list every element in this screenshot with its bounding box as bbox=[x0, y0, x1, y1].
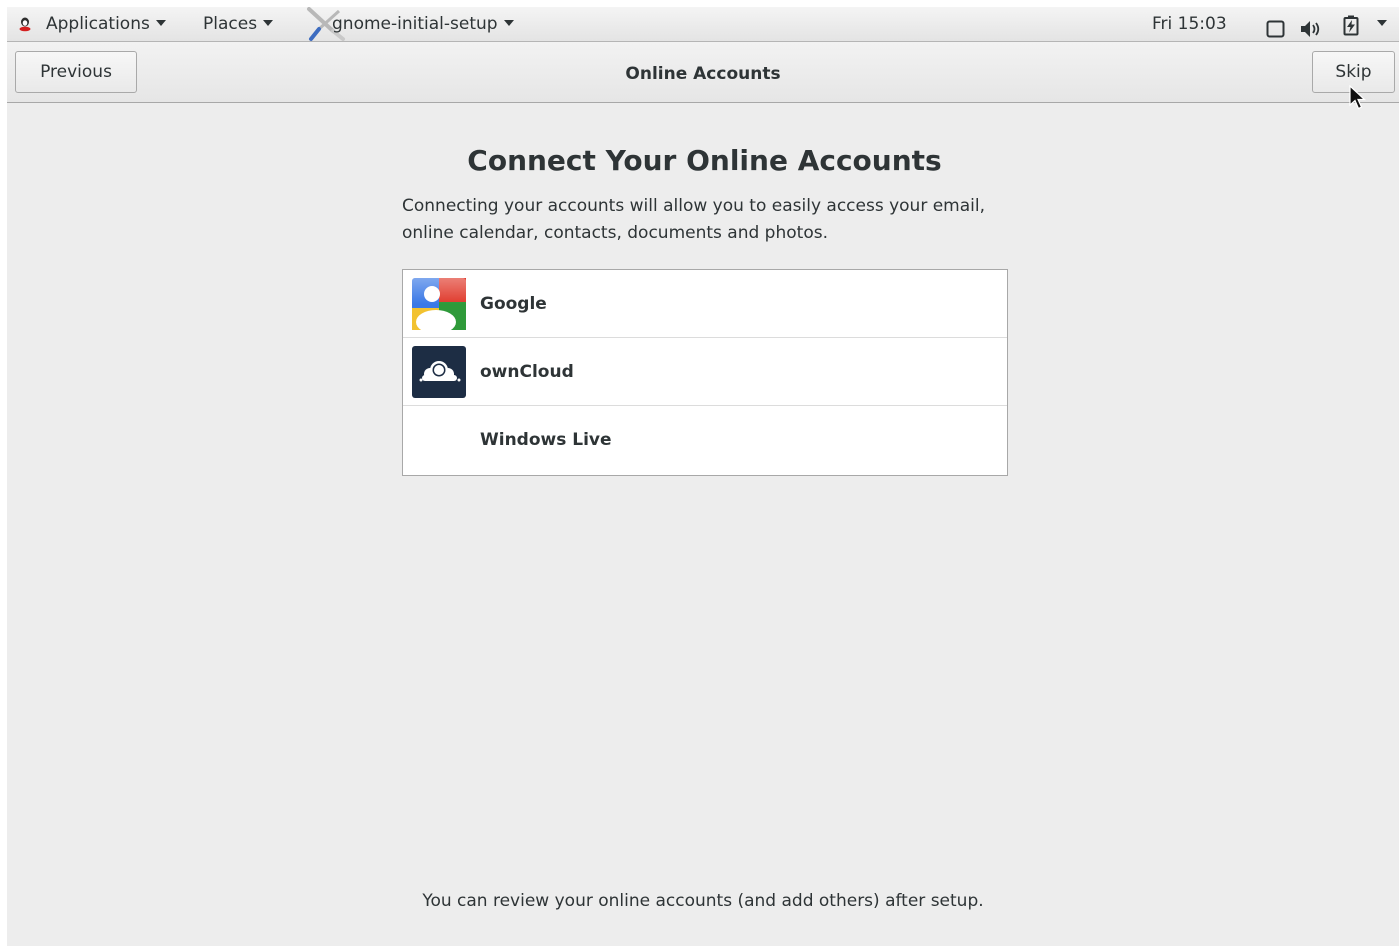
accounts-list: Google ownCloud Windows Live bbox=[402, 269, 1008, 476]
account-label-owncloud: ownCloud bbox=[480, 362, 574, 382]
system-status-area[interactable] bbox=[1263, 7, 1393, 42]
footer-note: You can review your online accounts (and… bbox=[422, 891, 984, 911]
system-menu-arrow-icon bbox=[1377, 7, 1387, 42]
screen: Applications Places gnome-initial-setup … bbox=[7, 7, 1399, 946]
header-bar: Previous Online Accounts Skip bbox=[7, 42, 1399, 103]
applications-label: Applications bbox=[46, 14, 150, 34]
previous-button[interactable]: Previous bbox=[15, 51, 137, 93]
places-menu[interactable]: Places bbox=[203, 7, 274, 42]
app-menu-arrow-icon bbox=[503, 20, 514, 26]
app-menu-label: gnome-initial-setup bbox=[332, 14, 498, 34]
account-label-google: Google bbox=[480, 294, 547, 314]
clock-label: Fri 15:03 bbox=[1152, 14, 1227, 34]
account-row-windows-live[interactable]: Windows Live bbox=[403, 406, 1007, 475]
page-title: Online Accounts bbox=[625, 64, 781, 84]
app-menu[interactable]: gnome-initial-setup bbox=[332, 7, 514, 42]
applications-arrow-icon bbox=[155, 20, 166, 26]
top-panel: Applications Places gnome-initial-setup … bbox=[7, 7, 1399, 42]
account-row-google[interactable]: Google bbox=[403, 270, 1007, 338]
page-heading: Connect Your Online Accounts bbox=[467, 144, 942, 177]
owncloud-icon bbox=[412, 346, 466, 398]
page-description: Connecting your accounts will allow you … bbox=[402, 196, 986, 243]
account-row-owncloud[interactable]: ownCloud bbox=[403, 338, 1007, 406]
applications-icon bbox=[18, 16, 32, 37]
places-arrow-icon bbox=[263, 20, 274, 26]
account-label-windows-live: Windows Live bbox=[480, 430, 612, 450]
google-icon bbox=[412, 278, 466, 334]
places-label: Places bbox=[203, 14, 258, 34]
mouse-pointer-icon bbox=[1349, 84, 1367, 115]
applications-menu[interactable]: Applications bbox=[46, 7, 166, 42]
clock[interactable]: Fri 15:03 bbox=[1152, 7, 1227, 42]
